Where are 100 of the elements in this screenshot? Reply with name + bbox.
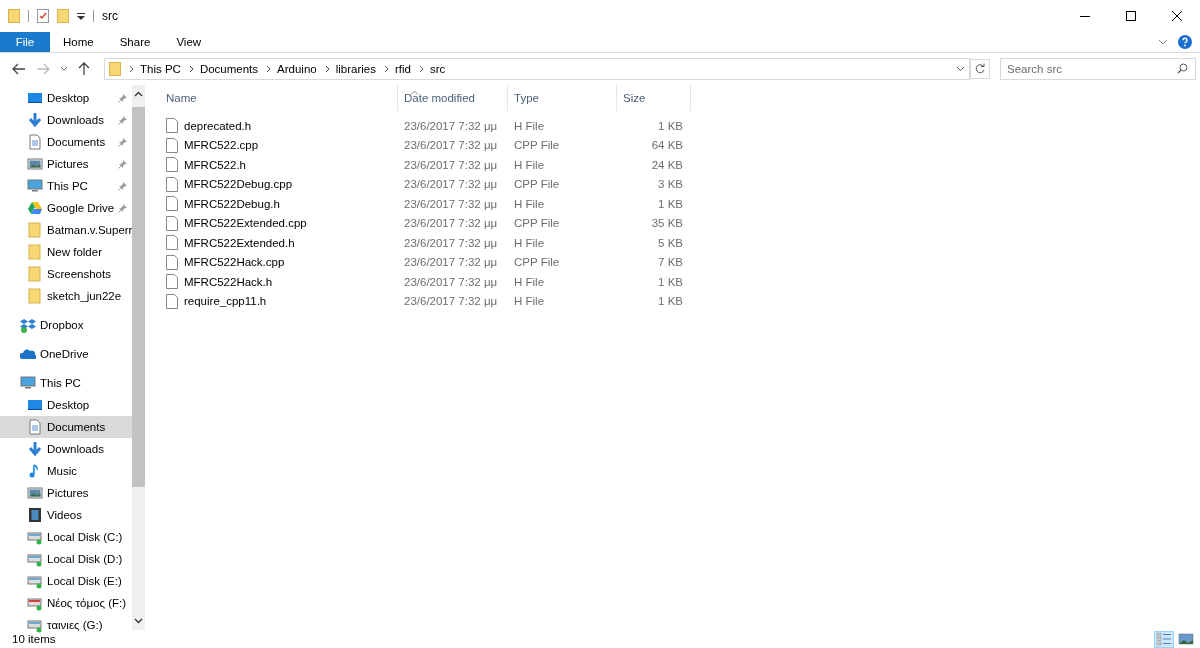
file-icon [166,235,178,251]
breadcrumb[interactable]: src [429,63,446,75]
nav-item[interactable]: Batman.v.Superr [0,219,133,241]
nav-item[interactable]: Screenshots [0,263,133,285]
size-cell: 3 KB [658,178,683,191]
back-arrow-icon[interactable] [12,63,26,75]
chevron-right-icon[interactable] [418,65,424,73]
nav-item[interactable]: This PC [0,372,133,394]
film-icon [27,507,43,523]
nav-item[interactable]: Local Disk (D:) [0,548,133,570]
file-name[interactable]: MFRC522Extended.cpp [184,217,307,230]
search-field[interactable]: Search src [1000,58,1196,80]
nav-item[interactable]: Downloads [0,109,133,131]
pin-icon[interactable] [118,115,129,125]
address-bar[interactable]: This PC Documents Arduino libraries rfid src [104,58,970,80]
chevron-right-icon[interactable] [188,65,194,73]
chevron-up-icon[interactable] [134,91,144,97]
refresh-button[interactable] [970,59,990,79]
file-name[interactable]: MFRC522.cpp [184,139,259,152]
nav-item[interactable]: Desktop [0,394,133,416]
nav-item[interactable]: This PC [0,175,133,197]
date-cell: 23/6/2017 7:32 μμ [404,217,498,230]
nav-item[interactable]: ταινιες (G:) [0,614,133,636]
help-icon[interactable] [1178,35,1192,49]
nav-item[interactable]: Google Drive [0,197,133,219]
scrollbar[interactable] [132,85,146,630]
chevron-down-icon[interactable] [134,618,144,624]
ribbon-tab[interactable]: Share [106,32,164,52]
nav-item[interactable]: Pictures [0,153,133,175]
nav-item[interactable]: Local Disk (E:) [0,570,133,592]
folder-icon [27,222,43,238]
chevron-down-icon[interactable] [956,66,965,72]
file-name[interactable]: MFRC522.h [184,158,246,171]
refresh-icon [974,63,986,75]
size-cell: 1 KB [658,295,683,308]
date-cell: 23/6/2017 7:32 μμ [404,295,498,308]
nav-item[interactable]: Music [0,460,133,482]
column-header[interactable]: Type [508,85,617,111]
column-header[interactable]: Size [617,85,691,111]
ribbon-tab[interactable]: View [163,32,215,52]
breadcrumb[interactable]: rfid [395,63,411,75]
file-name[interactable]: require_cpp11.h [184,295,267,308]
chevron-right-icon[interactable] [129,65,134,73]
file-name[interactable]: deprecated.h [184,119,252,132]
pin-icon[interactable] [118,203,129,213]
file-name[interactable]: MFRC522Debug.cpp [184,178,293,191]
nav-item[interactable]: OneDrive [0,343,133,365]
chevron-right-icon[interactable] [324,65,330,73]
nav-item[interactable]: Dropbox [0,314,133,336]
type-cell: H File [514,236,545,249]
breadcrumb[interactable]: This PC [140,63,181,75]
monitor-icon [27,90,43,106]
nav-item[interactable]: Desktop [0,87,133,109]
checklist-icon[interactable] [37,9,49,23]
nav-item[interactable]: Documents [0,416,133,438]
file-name[interactable]: MFRC522Debug.h [184,197,280,210]
thumbnails-view-button[interactable] [1176,630,1196,648]
breadcrumb[interactable]: Documents [199,63,259,75]
size-cell: 1 KB [658,197,683,210]
nav-item[interactable]: Pictures [0,482,133,504]
pin-icon[interactable] [118,181,129,191]
nav-item[interactable]: Downloads [0,438,133,460]
computer-icon [27,178,43,194]
file-icon [166,274,178,290]
search-icon [1177,63,1188,74]
nav-item[interactable]: Documents [0,131,133,153]
nav-item[interactable]: Videos [0,504,133,526]
date-cell: 23/6/2017 7:32 μμ [404,119,498,132]
breadcrumb[interactable]: libraries [335,63,376,75]
dropdown-icon[interactable] [77,12,85,20]
file-name[interactable]: MFRC522Extended.h [184,236,295,249]
size-cell: 64 KB [651,139,683,152]
up-arrow-icon[interactable] [78,62,90,76]
nav-item[interactable]: Νέος τόμος (F:) [0,592,133,614]
chevron-right-icon[interactable] [266,65,272,73]
breadcrumb[interactable]: Arduino [277,63,317,75]
file-name[interactable]: MFRC522Hack.cpp [184,256,285,269]
column-header[interactable]: Name [160,85,398,111]
file-tab[interactable]: File [0,32,50,52]
column-header[interactable]: Date modified [398,85,508,111]
scrollbar-thumb[interactable] [132,107,146,487]
ribbon-tab[interactable]: Home [50,32,107,52]
pin-icon[interactable] [118,159,129,169]
type-cell: H File [514,119,545,132]
details-view-button[interactable] [1154,630,1174,648]
nav-item[interactable]: New folder [0,241,133,263]
file-icon [166,215,178,231]
pin-icon[interactable] [118,93,129,103]
nav-item[interactable]: Local Disk (C:) [0,526,133,548]
picture-icon [1178,632,1194,646]
window-title: src [102,9,118,23]
chevron-right-icon[interactable] [384,65,389,73]
pin-icon[interactable] [118,137,129,147]
file-name[interactable]: MFRC522Hack.h [184,275,273,288]
type-cell: H File [514,197,545,210]
file-icon [166,137,178,153]
nav-item[interactable]: sketch_jun22e [0,285,133,307]
size-cell: 1 KB [658,119,683,132]
chevron-down-icon[interactable] [60,66,68,72]
document-icon [27,134,43,150]
